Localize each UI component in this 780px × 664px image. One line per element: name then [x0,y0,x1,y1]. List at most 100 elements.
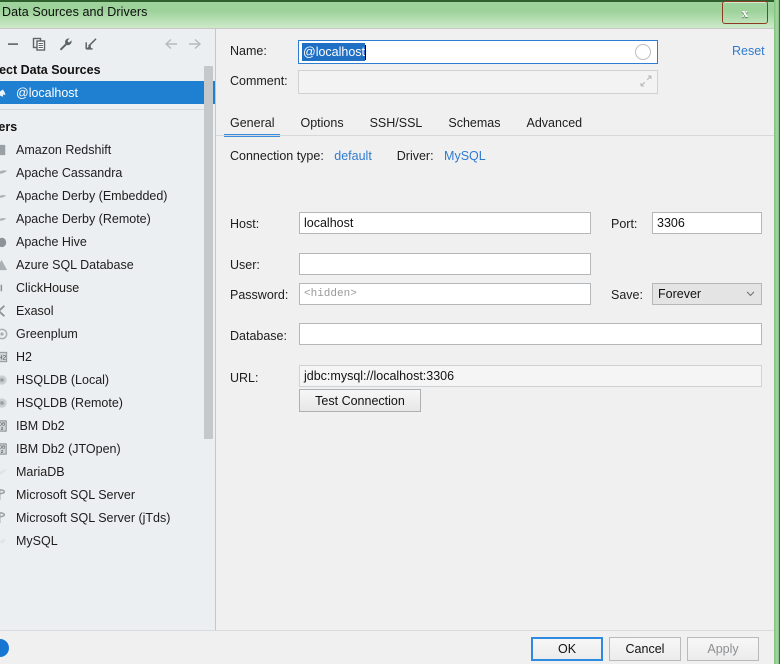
forward-button[interactable] [183,32,209,56]
save-select[interactable]: Forever [652,283,762,305]
port-input[interactable]: 3306 [652,212,762,234]
mariadb-icon [0,465,12,479]
user-input[interactable] [299,253,591,275]
exasol-icon [0,304,12,318]
driver-item[interactable]: Greenplum [0,322,215,345]
driver-item[interactable]: HSQLDB (Remote) [0,391,215,414]
dialog-footer: OK Cancel Apply [0,630,774,664]
mysql-icon [0,534,12,548]
connection-type-value[interactable]: default [334,149,372,163]
driver-label: MySQL [16,533,58,548]
driver-item[interactable]: Microsoft SQL Server (jTds) [0,506,215,529]
driver-item[interactable]: Apache Cassandra [0,161,215,184]
port-input-value: 3306 [657,216,685,230]
svg-text:2: 2 [1,449,4,454]
properties-button[interactable] [52,32,78,56]
driver-label: IBM Db2 (JTOpen) [16,441,121,456]
database-input[interactable] [299,323,762,345]
password-placeholder: <hidden> [304,288,357,300]
settings-tabs: General Options SSH/SSL Schemas Advanced [216,108,774,137]
back-button[interactable] [157,32,183,56]
save-select-value: Forever [658,287,702,301]
data-source-item-localhost[interactable]: @localhost [0,81,215,104]
password-input[interactable]: <hidden> [299,283,591,305]
derby-icon [0,212,12,226]
hsqldb-icon [0,396,12,410]
driver-item[interactable]: DB2 IBM Db2 [0,414,215,437]
copy-icon [32,37,46,51]
window-title: Data Sources and Drivers [2,5,148,19]
project-data-sources-header: oject Data Sources [0,63,101,77]
tab-advanced[interactable]: Advanced [527,116,583,136]
remove-button[interactable] [0,32,26,56]
mssql-icon [0,488,12,502]
arrow-left-icon [164,38,177,50]
driver-item[interactable]: MySQL [0,529,215,552]
reset-link[interactable]: Reset [732,44,765,58]
driver-label: Exasol [16,303,54,318]
driver-item[interactable]: H2 H2 [0,345,215,368]
cassandra-icon [0,166,12,180]
app-root: Data Sources and Drivers x ect Data Sour… [0,0,780,664]
url-input-value: jdbc:mysql://localhost:3306 [304,369,455,383]
comment-input[interactable] [298,70,658,94]
name-label: Name: [230,44,267,58]
driver-item[interactable]: Microsoft SQL Server [0,483,215,506]
test-connection-button[interactable]: Test Connection [299,389,421,412]
driver-item[interactable]: ClickHouse [0,276,215,299]
drivers-list: Amazon Redshift Apache Cassandra Apache De… [0,138,215,552]
driver-label: Microsoft SQL Server [16,487,136,502]
comment-label: Comment: [230,74,288,88]
import-button[interactable] [78,32,104,56]
tab-options[interactable]: Options [300,116,343,136]
tabs-bottom-rule [216,135,774,136]
save-label: Save: [611,288,643,302]
url-input[interactable]: jdbc:mysql://localhost:3306 [299,365,762,387]
host-input[interactable]: localhost [299,212,591,234]
tab-ssh-ssl[interactable]: SSH/SSL [370,116,423,136]
tab-general[interactable]: General [223,116,282,137]
status-circle-icon [635,44,651,60]
dialog-body: oject Data Sources @localhost ivers Amaz… [0,28,774,664]
expand-icon[interactable] [640,75,652,87]
close-button[interactable]: x [722,1,768,24]
driver-label: Greenplum [16,326,78,341]
driver-value[interactable]: MySQL [444,149,486,163]
host-label: Host: [230,217,260,231]
desktop-top-edge [0,0,780,2]
help-circle-icon[interactable] [0,639,9,657]
tab-schemas[interactable]: Schemas [448,116,500,136]
db2-icon: DB2 [0,419,12,433]
driver-item[interactable]: Apache Derby (Embedded) [0,184,215,207]
derby-icon [0,189,12,203]
data-source-label: @localhost [16,85,79,100]
duplicate-button[interactable] [26,32,52,56]
db2-icon: DB2 [0,442,12,456]
wrench-icon [59,38,72,50]
data-sources-tree: oject Data Sources @localhost ivers Amaz… [0,59,215,630]
driver-label: IBM Db2 [16,418,65,433]
driver-item[interactable]: Azure SQL Database [0,253,215,276]
driver-item[interactable]: MariaDB [0,460,215,483]
driver-item[interactable]: Exasol [0,299,215,322]
driver-label: HSQLDB (Local) [16,372,110,387]
data-sources-scrollbar-thumb[interactable] [204,66,213,439]
user-label: User: [230,258,260,272]
port-label: Port: [611,217,638,231]
driver-label: Driver: [396,149,434,163]
ok-button[interactable]: OK [531,637,603,661]
apply-button[interactable]: Apply [687,637,759,661]
driver-item[interactable]: Apache Hive [0,230,215,253]
driver-item[interactable]: HSQLDB (Local) [0,368,215,391]
driver-label: Apache Derby (Embedded) [16,188,168,203]
connection-type-label: Connection type: [230,149,324,163]
driver-item[interactable]: DB2 IBM Db2 (JTOpen) [0,437,215,460]
data-sources-toolbar [0,29,215,59]
url-label: URL: [230,371,259,385]
driver-item[interactable]: Apache Derby (Remote) [0,207,215,230]
name-input[interactable]: @localhost [298,40,658,64]
cancel-button[interactable]: Cancel [609,637,681,661]
data-source-settings-panel: Name: @localhost Reset Comment: General O… [216,29,774,630]
driver-label: Azure SQL Database [16,257,134,272]
driver-item[interactable]: Amazon Redshift [0,138,215,161]
